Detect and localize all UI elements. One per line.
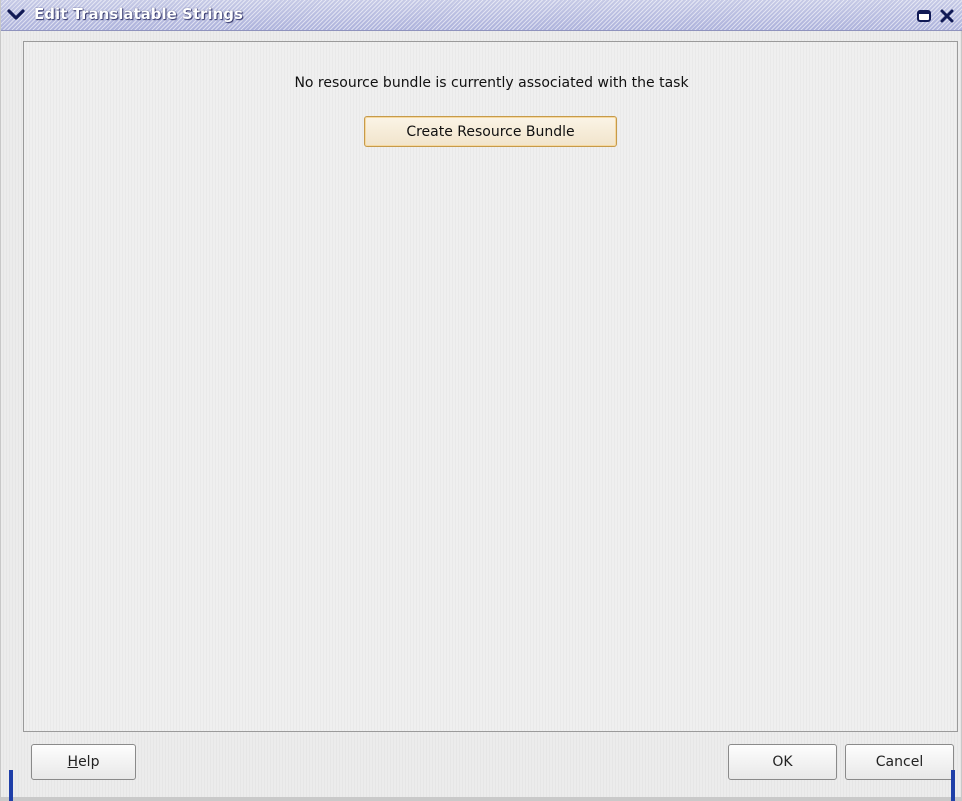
chevron-down-icon[interactable] (7, 6, 25, 24)
maximize-icon[interactable] (914, 6, 934, 26)
content-panel: No resource bundle is currently associat… (23, 41, 958, 732)
window-bottom-border (1, 797, 962, 801)
create-resource-bundle-button[interactable]: Create Resource Bundle (364, 116, 617, 147)
resize-corner-left[interactable] (9, 770, 13, 801)
resize-corner-right[interactable] (951, 770, 955, 801)
help-mnemonic: H (67, 754, 79, 770)
ok-button[interactable]: OK (728, 744, 837, 780)
window-title: Edit Translatable Strings (34, 5, 243, 23)
close-icon[interactable] (937, 6, 957, 26)
no-resource-bundle-message: No resource bundle is currently associat… (294, 75, 689, 91)
help-label-rest: elp (78, 754, 100, 770)
title-bar[interactable]: Edit Translatable Strings (1, 0, 962, 31)
help-button[interactable]: Help (31, 744, 136, 780)
cancel-button[interactable]: Cancel (845, 744, 954, 780)
dialog-window: Edit Translatable Strings No resource bu… (0, 0, 962, 801)
